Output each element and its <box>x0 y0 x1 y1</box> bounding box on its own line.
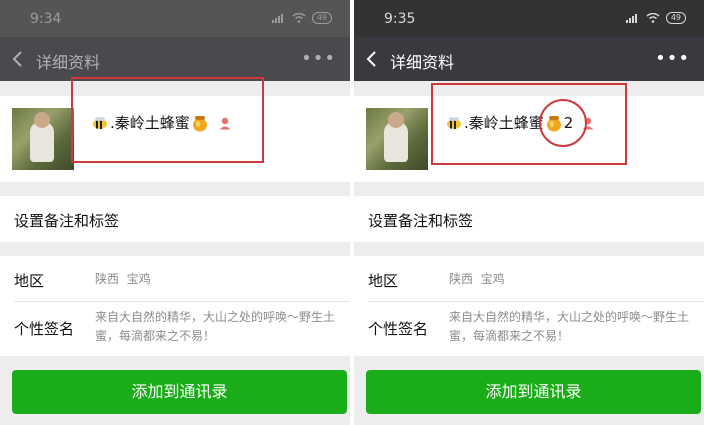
battery-indicator: 49 <box>665 12 686 24</box>
info-card: 地区 陕西 宝鸡 个性签名 来自大自然的精华，大山之处的呼唤～野生土蜜，每滴都来… <box>354 256 704 356</box>
battery-indicator: 49 <box>311 12 332 24</box>
annotation-box <box>71 77 264 163</box>
wifi-icon <box>292 13 306 23</box>
add-contact-button[interactable]: 添加到通讯录 <box>12 370 347 414</box>
wifi-icon <box>646 13 660 23</box>
region-label: 地区 <box>368 272 399 290</box>
annotation-circle <box>539 99 587 147</box>
page-title: 详细资料 <box>36 53 101 72</box>
remark-row[interactable]: 设置备注和标签 <box>0 196 350 242</box>
region-label: 地区 <box>14 272 45 290</box>
nav-bar: 详细资料 ••• <box>0 37 350 81</box>
region-value: 陕西 宝鸡 <box>449 272 505 286</box>
signal-icon <box>271 14 283 23</box>
remark-row[interactable]: 设置备注和标签 <box>354 196 704 242</box>
info-card: 地区 陕西 宝鸡 个性签名 来自大自然的精华，大山之处的呼唤～野生土蜜，每滴都来… <box>0 256 350 356</box>
region-value: 陕西 宝鸡 <box>95 272 151 286</box>
signature-label: 个性签名 <box>14 320 75 338</box>
status-time: 9:35 <box>384 11 416 27</box>
divider <box>14 301 350 302</box>
signature-label: 个性签名 <box>368 320 429 338</box>
status-time: 9:34 <box>30 11 62 27</box>
left-screen: 9:34 49 详细资料 ••• .秦岭土蜂蜜 设置备注和标签 地区 陕西 宝鸡… <box>0 0 350 425</box>
right-screen: 9:35 49 详细资料 ••• .秦岭土蜂蜜 2 设置备注和标签 地区 陕西 … <box>354 0 704 425</box>
status-icons: 49 <box>271 12 332 24</box>
add-contact-button[interactable]: 添加到通讯录 <box>366 370 701 414</box>
chevron-left-icon[interactable] <box>10 49 26 69</box>
annotation-box <box>431 83 627 165</box>
status-bar: 9:35 49 <box>354 0 704 37</box>
more-icon[interactable]: ••• <box>655 48 690 69</box>
signature-value: 来自大自然的精华，大山之处的呼唤～野生土蜜，每滴都来之不易！ <box>449 310 690 343</box>
status-bar: 9:34 49 <box>0 0 350 37</box>
remark-label: 设置备注和标签 <box>368 212 474 230</box>
status-icons: 49 <box>625 12 686 24</box>
avatar[interactable] <box>366 108 428 170</box>
nav-bar: 详细资料 ••• <box>354 37 704 81</box>
avatar[interactable] <box>12 108 74 170</box>
remark-label: 设置备注和标签 <box>14 212 120 230</box>
divider <box>368 301 704 302</box>
signal-icon <box>625 14 637 23</box>
more-icon[interactable]: ••• <box>301 48 336 69</box>
page-title: 详细资料 <box>390 53 455 72</box>
chevron-left-icon[interactable] <box>364 49 380 69</box>
signature-value: 来自大自然的精华，大山之处的呼唤～野生土蜜，每滴都来之不易！ <box>95 310 336 343</box>
